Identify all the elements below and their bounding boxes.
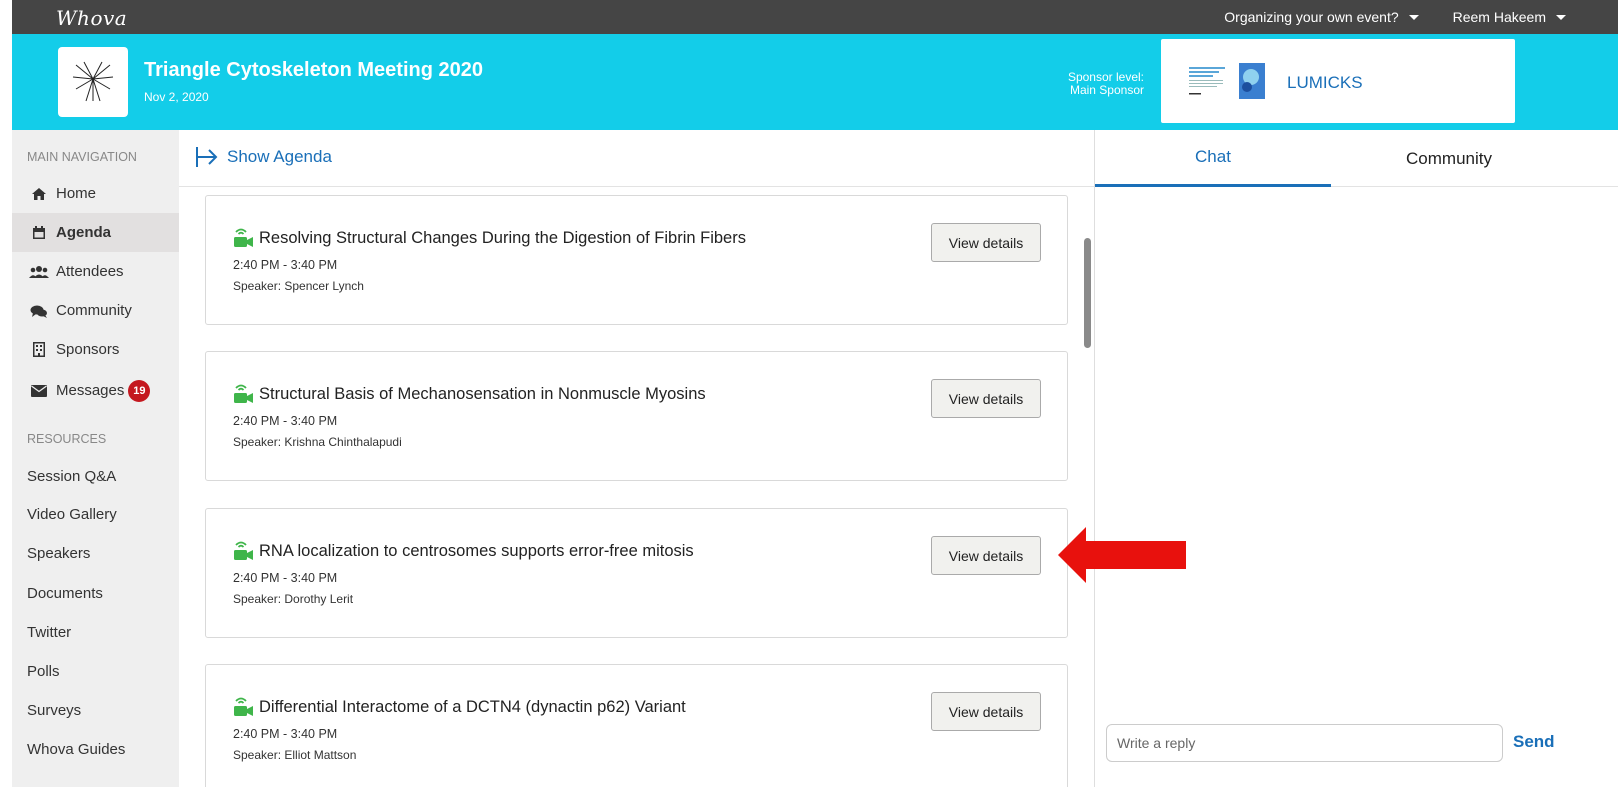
session-card: RNA localization to centrosomes supports…: [205, 508, 1068, 638]
session-time: 2:40 PM - 3:40 PM: [233, 414, 338, 428]
building-icon: [29, 342, 49, 357]
session-speaker: Speaker: Spencer Lynch: [233, 279, 364, 293]
session-title-row: Structural Basis of Mechanosensation in …: [232, 384, 706, 404]
home-icon: [29, 187, 49, 201]
expand-arrow-icon: [196, 147, 218, 167]
nav-item-label: Sponsors: [56, 341, 120, 358]
session-speaker: Speaker: Dorothy Lerit: [233, 592, 354, 606]
chat-panel: Chat Community Send: [1094, 130, 1618, 787]
comments-icon: [29, 304, 49, 318]
resource-item-surveys[interactable]: Surveys: [12, 691, 179, 730]
session-title-row: Differential Interactome of a DCTN4 (dyn…: [232, 697, 686, 717]
view-details-button[interactable]: View details: [931, 536, 1041, 575]
resource-item-video-gallery[interactable]: Video Gallery: [12, 495, 179, 534]
resource-item-session-qa[interactable]: Session Q&A: [12, 457, 179, 496]
nav-item-label: Home: [56, 185, 97, 202]
session-speaker: Speaker: Krishna Chinthalapudi: [233, 435, 402, 449]
session-title[interactable]: Differential Interactome of a DCTN4 (dyn…: [259, 698, 686, 717]
whova-logo[interactable]: Whova: [56, 6, 127, 30]
resource-item-whova-guides[interactable]: Whova Guides: [12, 730, 179, 769]
session-card: Resolving Structural Changes During the …: [205, 195, 1068, 325]
agenda-scrollbar[interactable]: [1084, 238, 1091, 348]
cytoskeleton-logo-icon: [72, 61, 114, 102]
sponsor-level-label: Sponsor level: Main Sponsor: [1068, 71, 1144, 97]
view-details-button[interactable]: View details: [931, 223, 1041, 262]
event-date: Nov 2, 2020: [144, 90, 209, 104]
show-agenda-link[interactable]: Show Agenda: [195, 146, 332, 168]
session-title[interactable]: RNA localization to centrosomes supports…: [259, 542, 694, 561]
send-button[interactable]: Send: [1513, 732, 1555, 752]
envelope-icon: [29, 384, 49, 397]
sponsor-level-value: Main Sponsor: [1069, 83, 1144, 97]
event-title: Triangle Cytoskeleton Meeting 2020: [144, 59, 483, 81]
agenda-list: Resolving Structural Changes During the …: [179, 187, 1094, 787]
session-title-row: Resolving Structural Changes During the …: [232, 228, 746, 248]
nav-item-attendees[interactable]: Attendees: [12, 252, 179, 291]
resource-item-polls[interactable]: Polls: [12, 652, 179, 691]
view-details-button[interactable]: View details: [931, 379, 1041, 418]
red-pointer-arrow-icon: [1058, 527, 1186, 583]
sidebar: MAIN NAVIGATION Home Agenda Attendees Co…: [12, 130, 179, 787]
show-agenda-label: Show Agenda: [227, 147, 332, 166]
users-icon: [29, 265, 49, 279]
session-card: Structural Basis of Mechanosensation in …: [205, 351, 1068, 481]
session-title[interactable]: Structural Basis of Mechanosensation in …: [259, 385, 706, 404]
chevron-down-icon: [1556, 14, 1566, 20]
sponsor-name[interactable]: LUMICKS: [1287, 73, 1363, 93]
live-video-icon: [234, 541, 253, 560]
resource-item-twitter[interactable]: Twitter: [12, 613, 179, 652]
nav-item-sponsors[interactable]: Sponsors: [12, 330, 179, 369]
nav-item-agenda[interactable]: Agenda: [12, 213, 179, 252]
nav-item-home[interactable]: Home: [12, 174, 179, 213]
session-time: 2:40 PM - 3:40 PM: [233, 571, 338, 585]
nav-item-label: Messages: [56, 382, 125, 399]
session-card: Differential Interactome of a DCTN4 (dyn…: [205, 664, 1068, 787]
unread-messages-badge: 19: [128, 379, 151, 402]
resources-heading: RESOURCES: [27, 432, 107, 446]
top-menus: Organizing your own event? Reem Hakeem: [1224, 9, 1566, 25]
live-video-icon: [234, 384, 253, 403]
tab-community[interactable]: Community: [1331, 130, 1567, 187]
view-details-button[interactable]: View details: [931, 692, 1041, 731]
session-time: 2:40 PM - 3:40 PM: [233, 258, 338, 272]
main-navigation-heading: MAIN NAVIGATION: [27, 150, 137, 164]
reply-input[interactable]: [1106, 724, 1503, 762]
nav-item-messages[interactable]: Messages 19: [12, 371, 179, 410]
nav-item-community[interactable]: Community: [12, 291, 179, 330]
session-title[interactable]: Resolving Structural Changes During the …: [259, 229, 746, 248]
sponsor-banner[interactable]: LUMICKS: [1161, 39, 1515, 123]
live-video-icon: [234, 697, 253, 716]
session-speaker: Speaker: Elliot Mattson: [233, 748, 357, 762]
resource-item-speakers[interactable]: Speakers: [12, 534, 179, 573]
session-time: 2:40 PM - 3:40 PM: [233, 727, 338, 741]
nav-item-label: Attendees: [56, 263, 124, 280]
organize-event-menu[interactable]: Organizing your own event?: [1224, 9, 1419, 25]
live-video-icon: [234, 228, 253, 247]
user-menu[interactable]: Reem Hakeem: [1453, 9, 1566, 25]
nav-item-label: Agenda: [56, 224, 112, 241]
agenda-header: Show Agenda: [179, 130, 1094, 187]
calendar-icon: [29, 225, 49, 240]
organize-event-label: Organizing your own event?: [1224, 9, 1399, 25]
resource-item-documents[interactable]: Documents: [12, 574, 179, 613]
chevron-down-icon: [1408, 14, 1419, 20]
event-logo: [58, 47, 128, 117]
sponsor-thumbnail-icon: [1187, 63, 1265, 99]
tab-chat[interactable]: Chat: [1095, 130, 1331, 187]
event-header: Triangle Cytoskeleton Meeting 2020 Nov 2…: [12, 34, 1618, 130]
top-bar: Whova Organizing your own event? Reem Ha…: [12, 0, 1618, 34]
nav-item-label: Community: [56, 302, 132, 319]
session-title-row: RNA localization to centrosomes supports…: [232, 541, 694, 561]
chat-tabs: Chat Community: [1095, 130, 1618, 187]
user-name: Reem Hakeem: [1452, 9, 1546, 25]
